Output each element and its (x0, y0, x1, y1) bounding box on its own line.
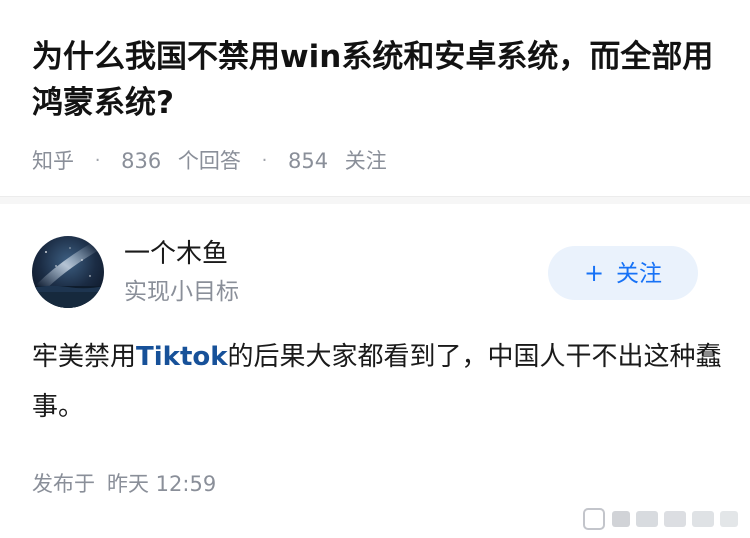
author-name[interactable]: 一个木鱼 (124, 236, 228, 272)
section-divider (0, 196, 750, 204)
author-tagline: 实现小目标 (124, 279, 239, 305)
question-meta: 知乎 · 836 个回答 · 854 关注 (32, 144, 387, 177)
answer-card: 一个木鱼 实现小目标 + 关注 牢美禁用Tiktok的后果大家都看到了，中国人干不… (0, 204, 750, 538)
source-label[interactable]: 知乎 (32, 145, 74, 177)
followers-count: 854 (288, 149, 329, 173)
question-title[interactable]: 为什么我国不禁用win系统和安卓系统，而全部用鸿蒙系统? (32, 34, 722, 126)
followers-label: 关注 (344, 149, 387, 173)
answers-label: 个回答 (177, 149, 241, 173)
watermark-logo-icon (583, 508, 738, 530)
answer-content: 牢美禁用Tiktok的后果大家都看到了，中国人干不出这种蠢事。 (32, 332, 722, 432)
tiktok-link[interactable]: Tiktok (136, 342, 228, 372)
night-sky-avatar-icon (32, 236, 104, 308)
follow-button-label: 关注 (616, 261, 663, 287)
follow-button[interactable]: + 关注 (548, 246, 698, 300)
question-header: 为什么我国不禁用win系统和安卓系统，而全部用鸿蒙系统? 知乎 · 836 个回… (0, 0, 750, 196)
answers-count: 836 (121, 149, 162, 173)
publish-label: 发布于 (32, 472, 95, 496)
publish-time: 昨天 12:59 (107, 472, 217, 496)
publish-info: 发布于 昨天 12:59 (32, 468, 228, 500)
plus-icon: + (583, 259, 605, 287)
separator-dot: · (261, 150, 268, 171)
content-text-before: 牢美禁用 (32, 342, 137, 372)
avatar[interactable] (32, 236, 104, 308)
separator-dot: · (94, 150, 101, 171)
